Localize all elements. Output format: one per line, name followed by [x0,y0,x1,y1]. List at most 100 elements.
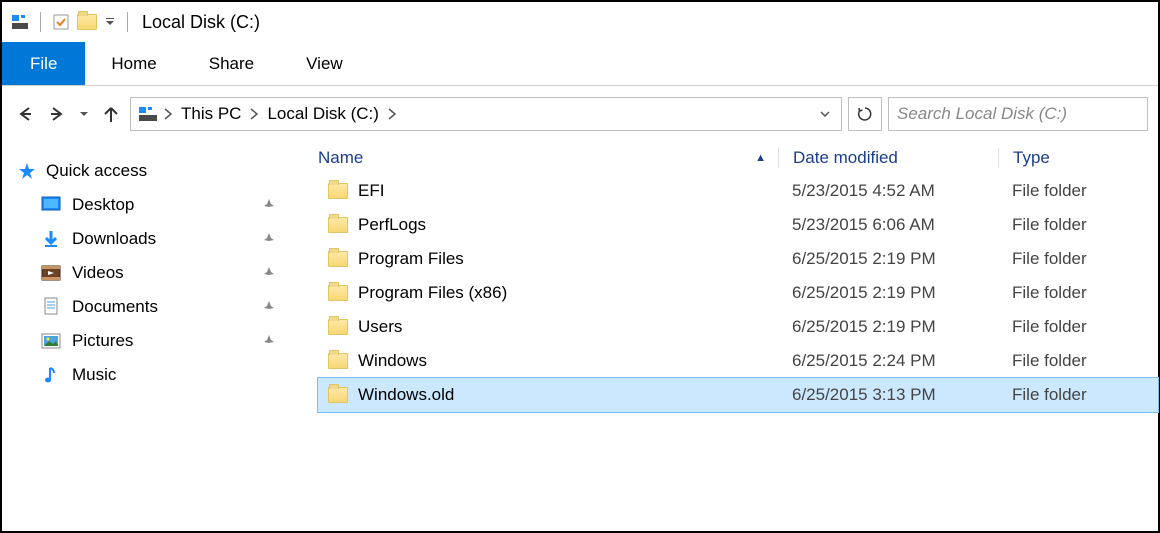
column-label: Type [1013,148,1050,167]
file-row[interactable]: Program Files 6/25/2015 2:19 PMFile folde… [318,242,1158,276]
sidebar-item-documents[interactable]: Documents [16,290,288,324]
file-date: 5/23/2015 6:06 AM [778,215,998,235]
breadcrumb-current[interactable]: Local Disk (C:) [263,104,382,124]
drive-icon [10,12,30,32]
sidebar-item-label: Downloads [72,229,156,249]
tab-share[interactable]: Share [183,42,280,85]
qat-dropdown-icon[interactable] [103,17,117,27]
sort-indicator-icon: ▲ [755,152,766,164]
refresh-button[interactable] [848,97,882,131]
folder-icon [328,387,348,403]
file-type: File folder [998,385,1158,405]
file-row[interactable]: PerfLogs 5/23/2015 6:06 AMFile folder [318,208,1158,242]
sidebar-item-label: Pictures [72,331,133,351]
up-button[interactable] [98,101,124,127]
recent-locations-button[interactable] [76,101,92,127]
file-name: PerfLogs [358,215,426,235]
back-button[interactable] [12,101,38,127]
desktop-icon [40,194,62,216]
titlebar-divider [40,12,41,32]
file-type: File folder [998,181,1158,201]
address-dropdown-icon[interactable] [815,108,835,120]
file-row[interactable]: Windows6/25/2015 2:24 PMFile folder [318,344,1158,378]
folder-icon [328,183,348,199]
file-type: File folder [998,351,1158,371]
sidebar-item-label: Videos [72,263,124,283]
folder-small-icon[interactable] [77,12,97,32]
navigation-bar: This PC Local Disk (C:) Search Local Dis… [2,86,1158,142]
file-date: 6/25/2015 2:19 PM [778,249,998,269]
file-name: Windows.old [358,385,454,405]
column-label: Name [318,148,363,168]
breadcrumb-root[interactable]: This PC [177,104,245,124]
column-header-date[interactable]: Date modified [778,148,998,168]
file-type: File folder [998,317,1158,337]
pin-icon [262,198,288,212]
pin-icon [262,266,288,280]
sidebar-item-downloads[interactable]: Downloads [16,222,288,256]
column-header-name[interactable]: Name ▲ [318,148,778,168]
folder-icon [328,353,348,369]
chevron-right-icon[interactable] [249,107,259,121]
file-type: File folder [998,215,1158,235]
file-name: Program Files [358,249,464,269]
file-row[interactable]: Program Files (x86)6/25/2015 2:19 PMFile… [318,276,1158,310]
column-headers: Name ▲ Date modified Type [292,142,1158,174]
file-date: 5/23/2015 4:52 AM [778,181,998,201]
pictures-icon [40,330,62,352]
sidebar-item-label: Music [72,365,116,385]
file-name: Windows [358,351,427,371]
sidebar-item-label: Documents [72,297,158,317]
quick-access-icon [16,160,38,182]
sidebar-item-music[interactable]: Music [16,358,288,392]
file-row[interactable]: Windows.old 6/25/2015 3:13 PMFile folder [318,378,1158,412]
videos-icon [40,262,62,284]
pin-icon [262,334,288,348]
drive-icon [137,104,159,124]
file-list-area: Name ▲ Date modified Type EFI 5/23/2015 4… [292,142,1158,531]
file-name: Program Files (x86) [358,283,507,303]
file-name: Users [358,317,402,337]
tab-view[interactable]: View [280,42,369,85]
properties-icon[interactable] [51,12,71,32]
column-header-type[interactable]: Type [998,148,1158,168]
file-name: EFI [358,181,384,201]
pin-icon [262,232,288,246]
music-icon [40,364,62,386]
tab-file[interactable]: File [2,42,85,85]
sidebar-item-desktop[interactable]: Desktop [16,188,288,222]
search-placeholder: Search Local Disk (C:) [897,104,1067,124]
navigation-pane: Quick access Desktop Downloads Vid [2,142,292,531]
pin-icon [262,300,288,314]
column-label: Date modified [793,148,898,167]
address-bar[interactable]: This PC Local Disk (C:) [130,97,842,131]
forward-button[interactable] [44,101,70,127]
file-date: 6/25/2015 3:13 PM [778,385,998,405]
sidebar-item-videos[interactable]: Videos [16,256,288,290]
window-title: Local Disk (C:) [142,12,260,33]
file-type: File folder [998,249,1158,269]
folder-icon [328,251,348,267]
ribbon: File Home Share View [2,42,1158,86]
sidebar-item-label: Desktop [72,195,134,215]
file-row[interactable]: EFI 5/23/2015 4:52 AMFile folder [318,174,1158,208]
chevron-right-icon[interactable] [387,107,397,121]
file-list: EFI5/23/2015 4:52 AMFile folderPerfLogs5… [292,174,1158,412]
search-input[interactable]: Search Local Disk (C:) [888,97,1148,131]
tab-home[interactable]: Home [85,42,182,85]
content-area: Quick access Desktop Downloads Vid [2,142,1158,531]
file-type: File folder [998,283,1158,303]
window-titlebar: Local Disk (C:) [2,2,1158,42]
folder-icon [328,217,348,233]
folder-icon [328,319,348,335]
file-date: 6/25/2015 2:19 PM [778,317,998,337]
quick-access-header[interactable]: Quick access [16,154,288,188]
documents-icon [40,296,62,318]
folder-icon [328,285,348,301]
quick-access-label: Quick access [46,161,147,181]
chevron-right-icon[interactable] [163,107,173,121]
downloads-icon [40,228,62,250]
file-row[interactable]: Users 6/25/2015 2:19 PMFile folder [318,310,1158,344]
titlebar-divider [127,12,128,32]
sidebar-item-pictures[interactable]: Pictures [16,324,288,358]
